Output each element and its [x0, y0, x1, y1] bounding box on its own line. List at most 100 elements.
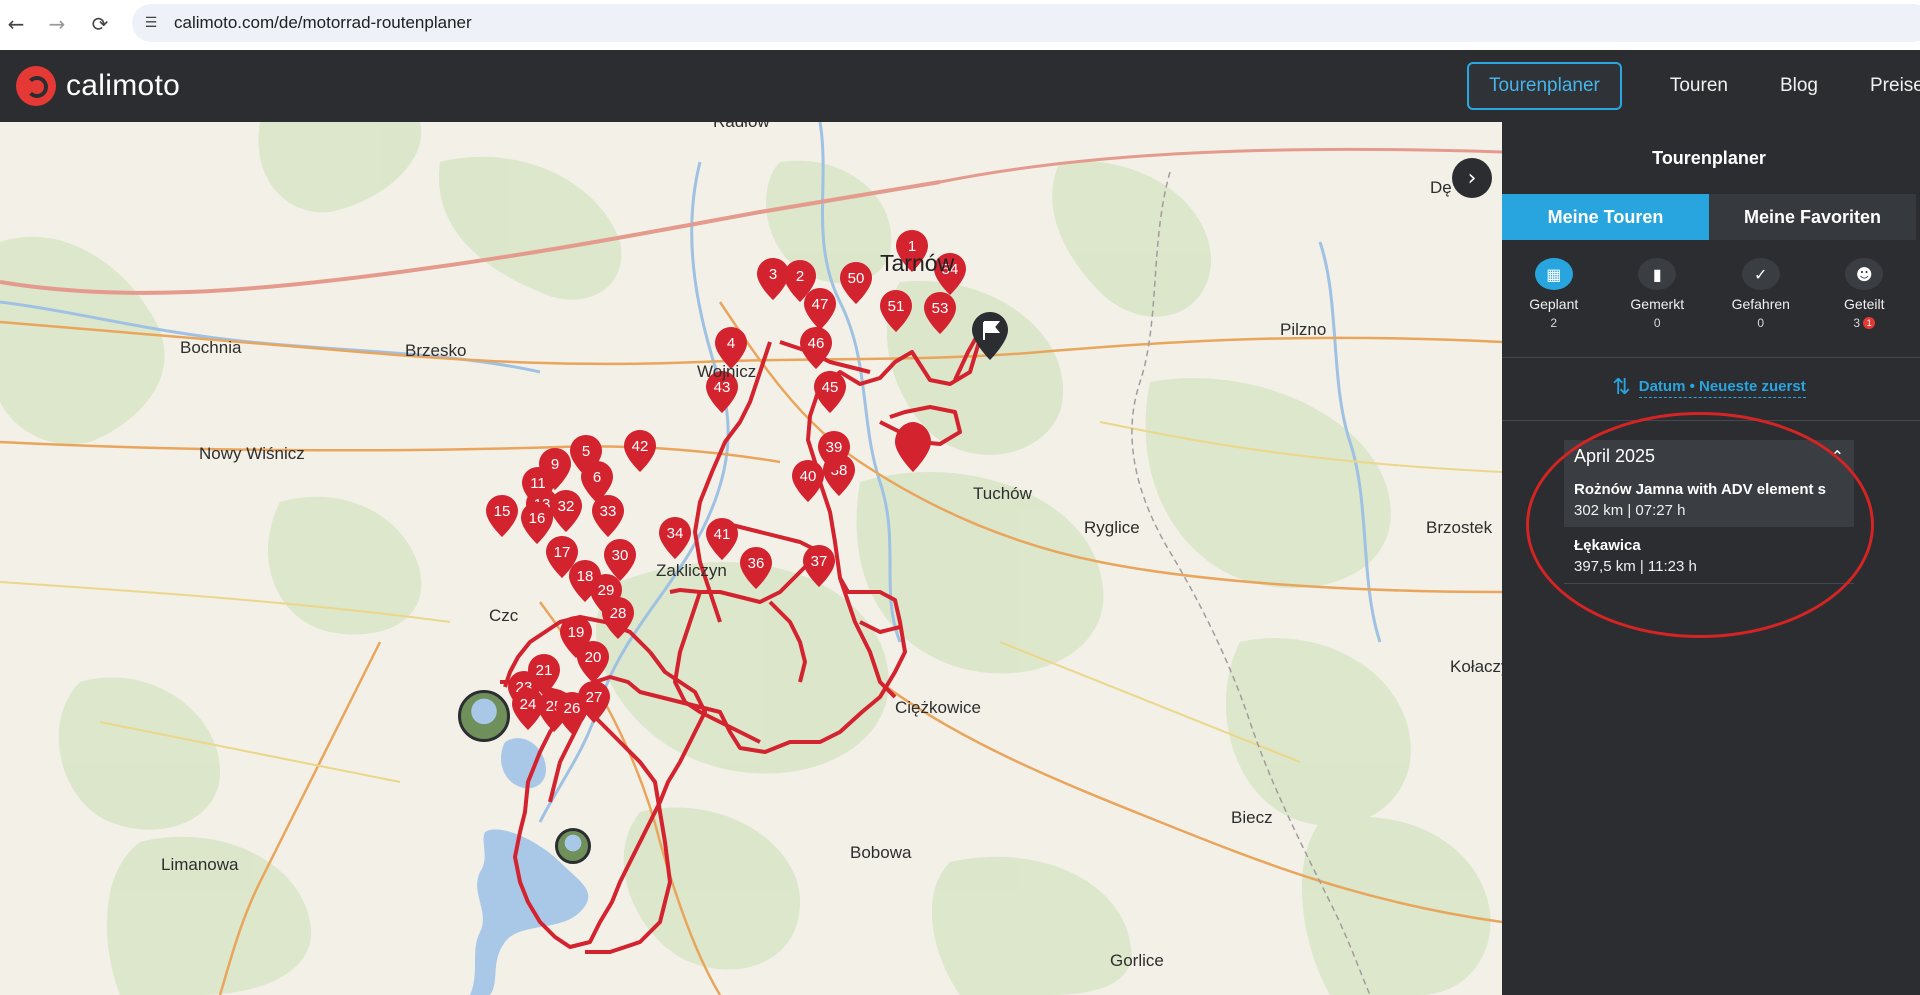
route-marker-label: 47 [812, 296, 829, 313]
logo-text: calimoto [66, 69, 181, 102]
route-marker-42[interactable]: 42 [622, 428, 658, 474]
route-marker-label: 46 [808, 335, 825, 352]
tour-item[interactable]: Rożnów Jamna with ADV element s 302 km |… [1564, 472, 1854, 528]
count-value: 0 [1757, 316, 1765, 330]
route-marker-41[interactable]: 41 [704, 516, 740, 562]
sort-icon: ⇅ [1612, 375, 1631, 400]
route-marker-label: 34 [667, 525, 684, 542]
calendar-icon: ▦ [1534, 258, 1573, 290]
tour-name: Rożnów Jamna with ADV element s [1574, 481, 1826, 498]
place-label: Brzesko [405, 341, 467, 360]
place-label: Ryglice [1084, 518, 1140, 537]
route-marker-3[interactable]: 3 [755, 256, 791, 302]
route-marker-15[interactable]: 15 [484, 493, 520, 539]
url-text: calimoto.com/de/motorrad-routenplaner [174, 13, 472, 32]
route-markers [895, 422, 931, 472]
tab-meine-favoriten[interactable]: Meine Favoriten [1709, 194, 1916, 240]
route-marker-label: 50 [848, 270, 865, 287]
map-view[interactable]: 1234569111315161718192021232425262728293… [0, 122, 1502, 995]
route-marker-label: 24 [520, 696, 537, 713]
sort-label: Datum • Neueste zuerst [1638, 378, 1806, 398]
tour-meta: 302 km | 07:27 h [1574, 502, 1686, 519]
route-marker-50[interactable]: 50 [838, 260, 874, 306]
route-marker-32[interactable]: 32 [548, 488, 584, 534]
photo-marker[interactable] [458, 690, 510, 742]
route-marker-label: 29 [598, 582, 615, 599]
filter-planned[interactable]: ▦ Geplant 2 [1502, 258, 1606, 330]
place-label: Nowy Wiśnicz [199, 444, 305, 463]
tour-filters: ▦ Geplant 2 ▮ Gemerkt 0 ✓ Gefahren 0 ☻ G… [1502, 258, 1916, 330]
back-icon[interactable]: ← [0, 4, 36, 44]
tour-item[interactable]: Łękawica 397,5 km | 11:23 h [1564, 528, 1854, 584]
route-marker-label: 32 [558, 498, 575, 515]
route-marker-36[interactable]: 36 [738, 545, 774, 591]
count-value: 2 [1550, 316, 1558, 330]
route-marker-51[interactable]: 51 [878, 288, 914, 334]
logo[interactable]: calimoto [16, 66, 180, 106]
forward-icon[interactable]: → [37, 4, 77, 44]
check-circle-icon: ✓ [1741, 258, 1780, 290]
route-marker-label: 39 [826, 439, 843, 456]
place-label: Biecz [1231, 808, 1273, 827]
route-marker-label: 51 [888, 298, 905, 315]
tab-meine-touren[interactable]: Meine Touren [1502, 194, 1709, 240]
place-label: Wojnicz [697, 362, 757, 381]
app-header: calimoto Tourenplaner Touren Blog Preise [0, 50, 1920, 122]
place-label: Czc [489, 606, 519, 625]
route-marker-45[interactable]: 45 [812, 369, 848, 415]
divider [1502, 357, 1920, 358]
route-marker-label: 15 [494, 503, 511, 520]
reload-icon[interactable]: ⟳ [80, 4, 120, 44]
nav-tourenplaner[interactable]: Tourenplaner [1466, 62, 1622, 110]
route-marker-label: 2 [796, 268, 804, 285]
place-label: Ciężkowice [895, 698, 981, 717]
start-flag-icon[interactable] [970, 310, 1010, 362]
filter-ridden[interactable]: ✓ Gefahren 0 [1709, 258, 1813, 330]
place-label: Radłów [713, 122, 770, 132]
route-marker-27[interactable]: 27 [576, 679, 612, 725]
chevron-right-icon: › [1467, 165, 1477, 191]
route-marker-37[interactable]: 37 [801, 543, 837, 589]
filter-label: Geteilt [1844, 296, 1885, 312]
site-settings-icon[interactable]: ☰ [142, 14, 160, 32]
divider [1502, 420, 1920, 421]
place-label: Zakliczyn [656, 561, 727, 580]
route-marker-label: 42 [632, 438, 649, 455]
nav-preise[interactable]: Preise [1870, 75, 1920, 97]
filter-label: Geplant [1529, 296, 1579, 312]
filter-label: Gemerkt [1630, 296, 1685, 312]
collapse-sidebar-button[interactable]: › [1452, 158, 1492, 198]
route-marker-30[interactable]: 30 [602, 537, 638, 583]
route-marker-label: 20 [585, 649, 602, 666]
route-marker-label: 5 [582, 443, 590, 460]
route-marker-40[interactable]: 40 [790, 458, 826, 504]
route-marker-label: 45 [822, 379, 839, 396]
route-marker-label: 37 [811, 553, 828, 570]
tour-planner-sidebar: Tourenplaner Meine Touren Meine Favorite… [1502, 122, 1920, 995]
photo-marker-2[interactable] [555, 828, 591, 864]
place-label: Pilzno [1280, 320, 1327, 339]
bookmark-icon: ▮ [1638, 258, 1677, 290]
users-icon: ☻ [1845, 258, 1884, 290]
filter-shared[interactable]: ☻ Geteilt 31 [1813, 258, 1917, 330]
place-label: Limanowa [161, 855, 239, 874]
address-bar[interactable]: ☰ calimoto.com/de/motorrad-routenplaner [132, 4, 1920, 42]
nav-touren[interactable]: Touren [1670, 75, 1728, 97]
route-marker-label: 41 [714, 526, 731, 543]
route-marker-34[interactable]: 34 [657, 515, 693, 561]
group-header[interactable]: April 2025 ⌃ [1564, 440, 1854, 472]
route-marker-33[interactable]: 33 [590, 493, 626, 539]
nav-blog[interactable]: Blog [1780, 75, 1818, 97]
count-value: 0 [1653, 316, 1661, 330]
place-label: Gorlice [1110, 951, 1164, 970]
filter-count: 0 [1654, 316, 1661, 330]
filter-saved[interactable]: ▮ Gemerkt 0 [1606, 258, 1710, 330]
tour-tabs: Meine Touren Meine Favoriten [1502, 194, 1916, 240]
chevron-up-icon: ⌃ [1830, 446, 1844, 466]
filter-label: Gefahren [1731, 296, 1790, 312]
sort-control[interactable]: ⇅ Datum • Neueste zuerst [1502, 375, 1916, 400]
browser-toolbar: ← → ⟳ ☰ calimoto.com/de/motorrad-routenp… [0, 0, 1920, 50]
route-marker-47[interactable]: 47 [802, 286, 838, 332]
route-marker-label: 53 [932, 300, 949, 317]
route-marker-label: 6 [593, 469, 601, 486]
